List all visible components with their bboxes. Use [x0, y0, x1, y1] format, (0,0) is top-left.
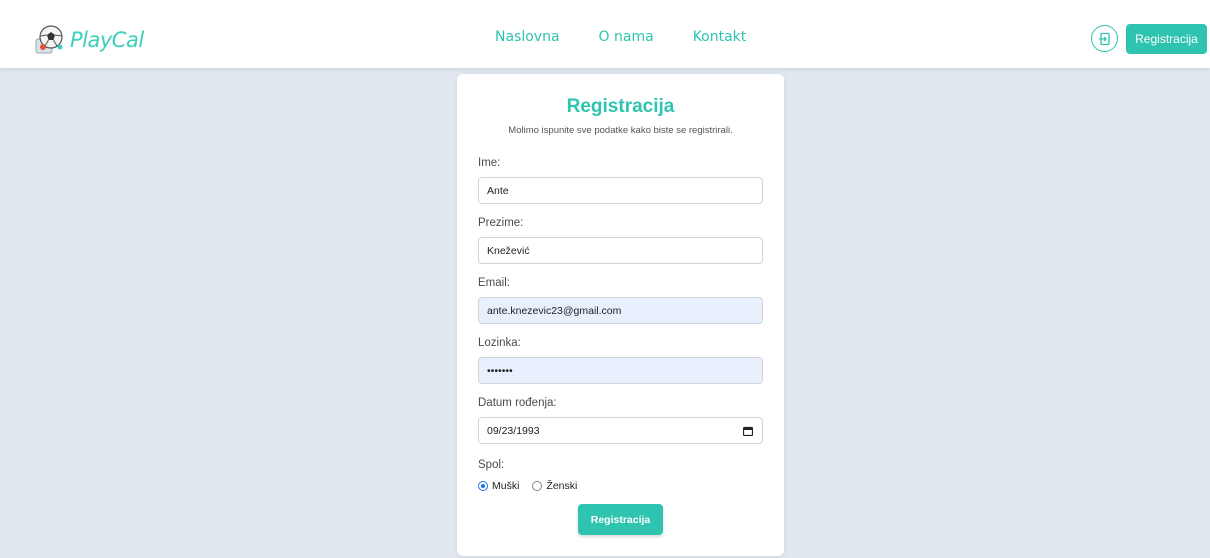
login-button[interactable]: [1091, 25, 1118, 52]
gender-option-female-label: Ženski: [546, 480, 578, 492]
gender-radio-male[interactable]: [478, 481, 488, 491]
main-nav: Naslovna O nama Kontakt: [495, 29, 746, 45]
first-name-input[interactable]: Ante: [478, 177, 763, 204]
login-icon: [1098, 32, 1110, 45]
birth-date-value: 09/23/1993: [487, 424, 540, 437]
password-label: Lozinka:: [478, 337, 521, 349]
birth-date-input[interactable]: 09/23/1993: [478, 417, 763, 444]
last-name-label: Prezime:: [478, 217, 524, 229]
last-name-value: Knežević: [487, 244, 530, 257]
birth-date-label: Datum rođenja:: [478, 397, 557, 409]
nav-link-home[interactable]: Naslovna: [495, 29, 560, 45]
gender-option-male-label: Muški: [492, 480, 520, 492]
password-value: •••••••: [487, 364, 513, 377]
password-input[interactable]: •••••••: [478, 357, 763, 384]
header-register-button[interactable]: Registracija: [1126, 24, 1207, 54]
top-navbar: PlayCal Naslovna O nama Kontakt Registra…: [0, 0, 1210, 68]
first-name-label: Ime:: [478, 157, 501, 169]
nav-link-about[interactable]: O nama: [599, 29, 654, 45]
registration-card: Registracija Molimo ispunite sve podatke…: [457, 74, 784, 556]
gender-radio-group: Muški Ženski: [478, 480, 590, 492]
email-input[interactable]: ante.knezevic23@gmail.com: [478, 297, 763, 324]
last-name-input[interactable]: Knežević: [478, 237, 763, 264]
form-title: Registracija: [566, 96, 675, 117]
brand-logo[interactable]: PlayCal: [34, 20, 144, 60]
calendar-icon[interactable]: [743, 426, 753, 436]
soccer-ball-icon: [35, 25, 63, 54]
first-name-value: Ante: [487, 184, 509, 197]
gender-radio-female[interactable]: [532, 481, 543, 491]
form-subtitle: Molimo ispunite sve podatke kako biste s…: [508, 125, 733, 136]
gender-label: Spol:: [478, 459, 505, 471]
email-value: ante.knezevic23@gmail.com: [487, 304, 622, 317]
email-label: Email:: [478, 277, 510, 289]
brand-name: PlayCal: [70, 28, 144, 52]
submit-register-button[interactable]: Registracija: [578, 504, 663, 535]
nav-link-contact[interactable]: Kontakt: [693, 29, 747, 45]
